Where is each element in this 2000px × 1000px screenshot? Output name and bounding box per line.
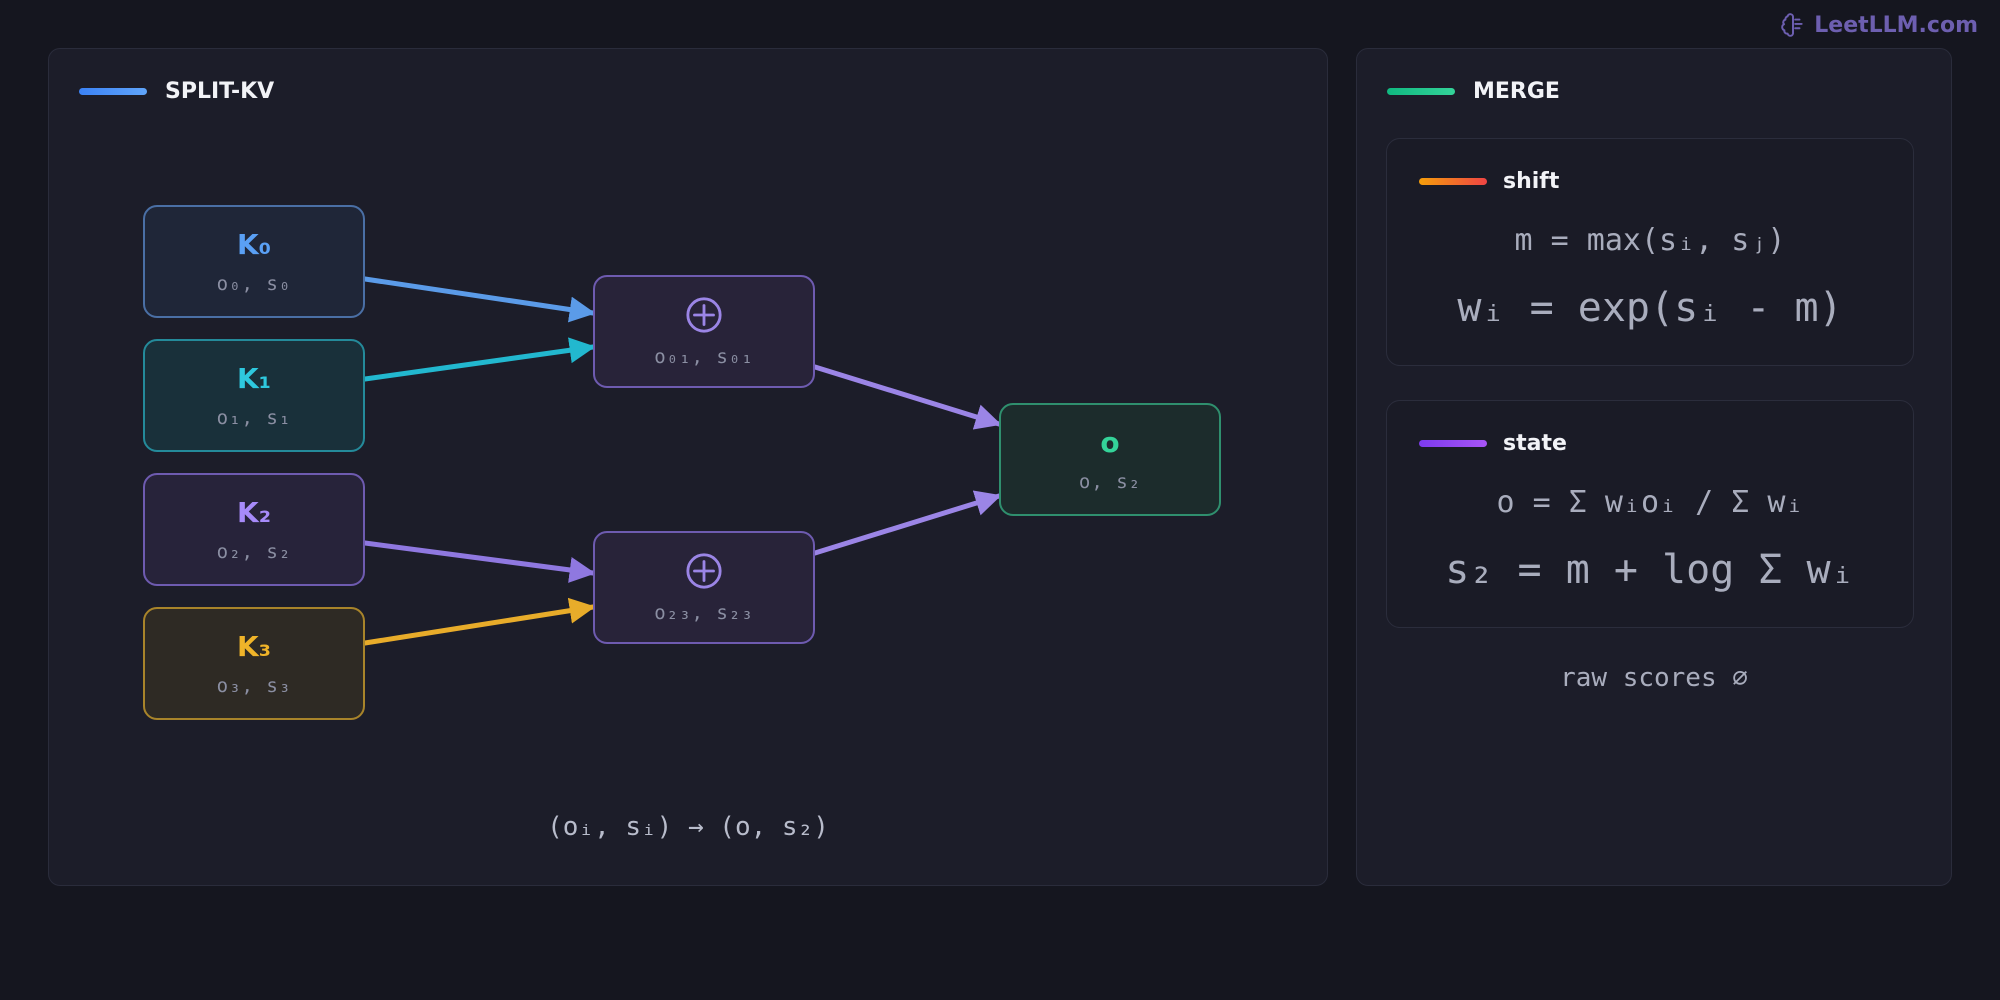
output-node[interactable]: o o, s₂: [999, 403, 1221, 516]
circled-plus-icon: [686, 552, 722, 589]
input-node-label: K₃: [237, 630, 271, 663]
input-node-label: K₂: [237, 496, 271, 529]
output-node-label: o: [1100, 426, 1120, 459]
brand-logo[interactable]: LeetLLM.com: [1780, 12, 1978, 38]
input-node-k3[interactable]: K₃ o₃, s₃: [143, 607, 365, 720]
merge-node-01[interactable]: o₀₁, s₀₁: [593, 275, 815, 388]
split-kv-header: SPLIT-KV: [79, 79, 274, 104]
state-header: state: [1419, 431, 1567, 456]
input-node-k0[interactable]: K₀ o₀, s₀: [143, 205, 365, 318]
input-node-k1[interactable]: K₁ o₁, s₁: [143, 339, 365, 452]
shift-title: shift: [1503, 169, 1560, 194]
split-kv-accent-bar: [79, 88, 147, 95]
merge-panel: MERGE shift m = max(sᵢ, sⱼ) wᵢ = exp(sᵢ …: [1356, 48, 1952, 886]
split-kv-title: SPLIT-KV: [165, 79, 275, 104]
shift-formula-exp: wᵢ = exp(sᵢ - m): [1457, 285, 1843, 331]
circled-plus-icon: [686, 296, 722, 333]
brand-name: LeetLLM.com: [1814, 12, 1978, 38]
merge-node-sub: o₀₁, s₀₁: [654, 345, 754, 368]
state-title: state: [1503, 431, 1567, 456]
input-node-sub: o₂, s₂: [216, 541, 292, 563]
split-kv-caption: (oᵢ, sᵢ) → (o, s₂): [547, 812, 829, 842]
input-node-label: K₀: [237, 228, 271, 261]
shift-header: shift: [1419, 169, 1559, 194]
merge-title: MERGE: [1473, 79, 1560, 104]
shift-card: shift m = max(sᵢ, sⱼ) wᵢ = exp(sᵢ - m): [1386, 138, 1914, 366]
state-formula-score: s₂ = m + log Σ wᵢ: [1445, 547, 1855, 593]
raw-scores-note: raw scores ∅: [1560, 663, 1748, 693]
state-accent-bar: [1419, 440, 1487, 447]
input-node-label: K₁: [237, 362, 271, 395]
brain-icon: [1781, 13, 1803, 37]
shift-accent-bar: [1419, 178, 1487, 185]
merge-node-23[interactable]: o₂₃, s₂₃: [593, 531, 815, 644]
output-node-sub: o, s₂: [1078, 471, 1142, 493]
state-card: state o = Σ wᵢoᵢ / Σ wᵢ s₂ = m + log Σ w…: [1386, 400, 1914, 628]
input-node-k2[interactable]: K₂ o₂, s₂: [143, 473, 365, 586]
shift-formula-max: m = max(sᵢ, sⱼ): [1514, 223, 1786, 258]
input-node-sub: o₃, s₃: [216, 675, 292, 697]
state-formula-output: o = Σ wᵢoᵢ / Σ wᵢ: [1496, 485, 1804, 520]
input-node-sub: o₀, s₀: [216, 273, 292, 295]
merge-header: MERGE: [1387, 79, 1560, 104]
merge-node-sub: o₂₃, s₂₃: [654, 601, 754, 624]
merge-accent-bar: [1387, 88, 1455, 95]
input-node-sub: o₁, s₁: [216, 407, 292, 429]
